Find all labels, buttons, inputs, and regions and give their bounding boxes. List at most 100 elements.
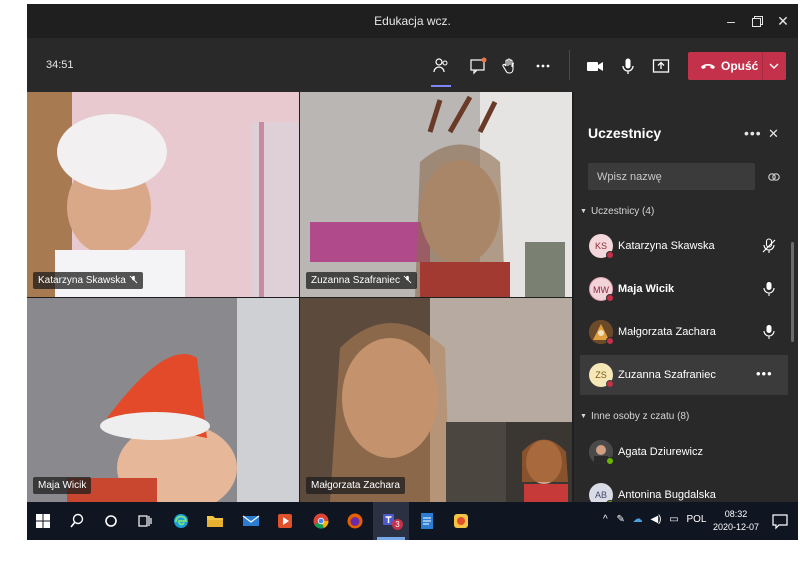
taskbar-clock[interactable]: 08:32 2020-12-07 xyxy=(713,508,759,534)
media-player-button[interactable] xyxy=(273,509,297,533)
chevron-down-icon[interactable] xyxy=(768,61,780,71)
microphone-icon xyxy=(622,58,634,74)
leave-label: Opuść xyxy=(721,59,759,73)
microphone-icon[interactable] xyxy=(762,281,776,297)
chat-icon xyxy=(470,57,487,75)
task-view-icon xyxy=(138,515,152,527)
title-bar: Edukacja wcz. – ✕ xyxy=(27,4,798,38)
chevron-up-icon[interactable]: ^ xyxy=(603,514,608,525)
minimize-icon[interactable]: – xyxy=(721,12,741,30)
panel-title: Uczestnicy xyxy=(588,125,662,141)
chrome-button[interactable] xyxy=(309,509,333,533)
collapse-icon: ▼ xyxy=(580,413,587,420)
window-title: Edukacja wcz. xyxy=(374,14,451,28)
document-icon xyxy=(421,513,433,529)
participant-name-tag: Zuzanna Szafraniec xyxy=(306,272,417,289)
pen-icon[interactable]: ✎ xyxy=(616,514,624,525)
video-tile[interactable]: Małgorzata Zachara xyxy=(300,298,572,502)
participants-button[interactable] xyxy=(427,52,455,80)
call-control-bar: 34:51 Opuść xyxy=(27,38,798,92)
notepad-button[interactable] xyxy=(415,509,439,533)
chrome-icon xyxy=(313,513,329,529)
search-button[interactable] xyxy=(65,509,89,533)
mic-muted-icon xyxy=(129,275,138,284)
hang-up-icon xyxy=(701,64,715,69)
teams-window: Edukacja wcz. – ✕ 34:51 Opuść Katarzyna … xyxy=(27,4,798,540)
active-app-indicator xyxy=(377,537,405,540)
status-badge xyxy=(606,251,614,259)
participant-name: Małgorzata Zachara xyxy=(618,326,716,338)
network-icon[interactable]: ▭ xyxy=(669,514,678,525)
participant-name: Agata Dziurewicz xyxy=(618,446,703,458)
participant-row[interactable]: ZS Zuzanna Szafraniec ••• xyxy=(580,355,788,395)
mail-button[interactable] xyxy=(239,509,263,533)
participant-search-input[interactable] xyxy=(588,163,755,190)
status-badge xyxy=(606,457,614,465)
participants-active-indicator xyxy=(431,85,451,87)
clock-date: 2020-12-07 xyxy=(713,522,760,532)
status-badge xyxy=(606,294,614,302)
edge-taskbar-button[interactable] xyxy=(169,509,193,533)
panel-scrollbar[interactable] xyxy=(791,242,794,342)
collapse-icon: ▼ xyxy=(580,208,587,215)
video-tile[interactable]: Zuzanna Szafraniec xyxy=(300,92,572,297)
maximize-icon[interactable] xyxy=(747,12,767,30)
mic-muted-icon[interactable] xyxy=(762,238,776,254)
share-screen-button[interactable] xyxy=(647,52,675,80)
video-tile[interactable]: Katarzyna Skawska xyxy=(27,92,299,297)
close-icon[interactable]: ✕ xyxy=(768,126,779,142)
section-other-chat-header[interactable]: ▼ Inne osoby z czatu (8) xyxy=(580,411,689,422)
volume-icon[interactable]: ◀) xyxy=(650,514,661,525)
app-button[interactable] xyxy=(449,509,473,533)
participant-video-image xyxy=(300,92,572,297)
mic-muted-icon xyxy=(403,275,412,284)
close-icon[interactable]: ✕ xyxy=(773,12,793,30)
file-explorer-button[interactable] xyxy=(203,509,227,533)
participant-row[interactable]: KS Katarzyna Skawska xyxy=(580,226,788,266)
system-tray: ^ ✎ ☁ ◀) ▭ POL xyxy=(603,514,707,525)
participant-name-tag: Małgorzata Zachara xyxy=(306,477,405,494)
camera-button[interactable] xyxy=(581,52,609,80)
section-participants-header[interactable]: ▼ Uczestnicy (4) xyxy=(580,206,654,217)
windows-icon xyxy=(36,514,50,528)
participant-row[interactable]: Małgorzata Zachara xyxy=(580,312,788,352)
raise-hand-icon xyxy=(502,58,515,74)
firefox-button[interactable] xyxy=(343,509,367,533)
notification-badge: 3 xyxy=(392,519,403,530)
action-center-button[interactable] xyxy=(768,509,792,533)
status-badge xyxy=(606,380,614,388)
share-screen-icon xyxy=(652,59,670,73)
share-invite-icon[interactable] xyxy=(767,171,781,183)
raise-hand-button[interactable] xyxy=(495,52,523,80)
self-view-image xyxy=(446,422,572,502)
chat-button[interactable] xyxy=(464,52,492,80)
windows-taskbar: 3 ^ ✎ ☁ ◀) ▭ POL 08:32 2020-12-07 xyxy=(27,502,798,540)
language-indicator[interactable]: POL xyxy=(686,514,706,525)
participant-row[interactable]: MW Maja Wicik xyxy=(580,269,788,309)
video-tile[interactable]: Maja Wicik xyxy=(27,298,299,502)
microphone-button[interactable] xyxy=(614,52,642,80)
more-options-icon[interactable]: ••• xyxy=(756,366,773,381)
more-actions-button[interactable] xyxy=(529,52,557,80)
self-view-video[interactable] xyxy=(446,422,572,502)
teams-taskbar-button[interactable]: 3 xyxy=(373,502,409,540)
participant-video-image xyxy=(27,298,299,502)
participants-panel: Uczestnicy ••• ✕ ▼Uczestnicy (4) KS Kata… xyxy=(574,92,798,508)
notifications-icon xyxy=(772,514,788,530)
firefox-icon xyxy=(347,513,363,529)
onedrive-icon[interactable]: ☁ xyxy=(633,514,643,525)
task-view-button[interactable] xyxy=(133,509,157,533)
leave-divider xyxy=(762,52,763,80)
microphone-icon[interactable] xyxy=(762,324,776,340)
leave-call-button[interactable]: Opuść xyxy=(688,52,786,80)
participant-row[interactable]: Agata Dziurewicz xyxy=(580,432,788,472)
more-icon xyxy=(536,64,550,68)
more-icon[interactable]: ••• xyxy=(744,125,762,141)
cortana-button[interactable] xyxy=(99,509,123,533)
camera-icon xyxy=(587,62,603,71)
mail-icon xyxy=(242,515,260,526)
call-timer: 34:51 xyxy=(46,59,74,71)
search-icon xyxy=(70,513,84,528)
start-button[interactable] xyxy=(31,509,55,533)
status-badge xyxy=(606,337,614,345)
